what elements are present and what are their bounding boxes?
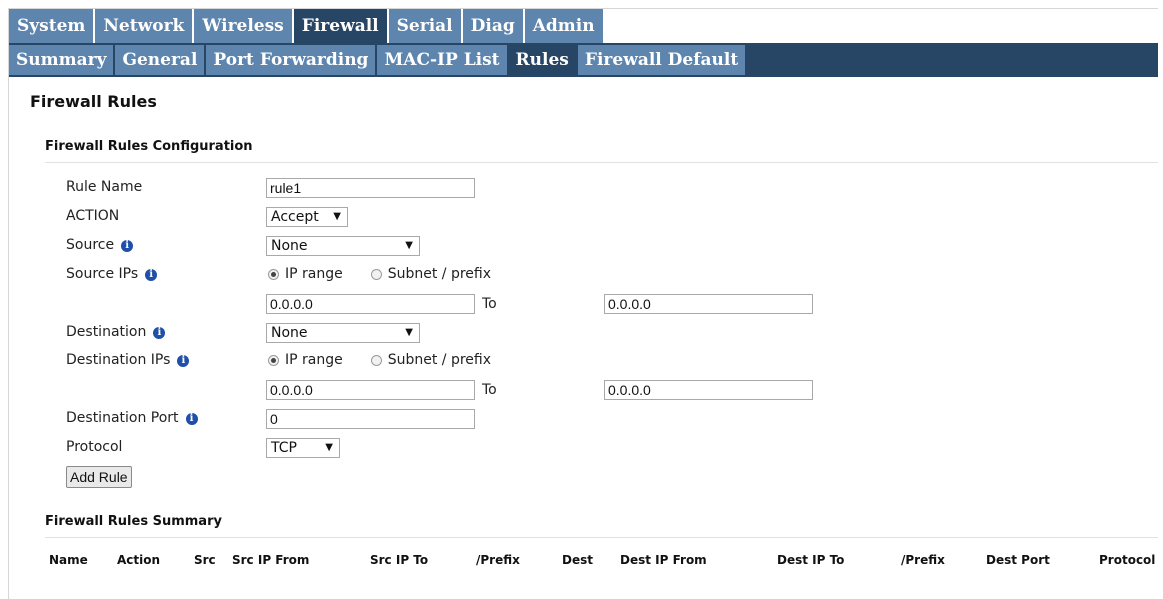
info-icon[interactable]: i <box>177 355 190 367</box>
source-select[interactable]: None ▼ <box>266 236 420 256</box>
col-dest-prefix: /Prefix <box>901 553 945 567</box>
source-ip-from-input[interactable] <box>266 294 475 314</box>
dest-port-label: Destination Port <box>66 410 179 426</box>
nav-system[interactable]: System <box>9 9 94 43</box>
subnav-mac-ip-list[interactable]: MAC-IP List <box>377 45 507 75</box>
col-dest-port: Dest Port <box>986 553 1050 567</box>
config-divider <box>45 162 1158 163</box>
dest-ip-range-radio[interactable] <box>268 354 279 366</box>
subnav-general[interactable]: General <box>115 45 205 75</box>
subnav-summary[interactable]: Summary <box>9 45 114 75</box>
source-label: Source <box>66 237 115 253</box>
chevron-down-icon: ▼ <box>405 327 413 338</box>
config-section-title: Firewall Rules Configuration <box>45 139 253 154</box>
dest-port-label-row: Destination Port i <box>66 410 198 426</box>
secondary-nav: Summary General Port Forwarding MAC-IP L… <box>9 45 747 75</box>
source-ip-mode: IP range Subnet / prefix <box>268 266 491 282</box>
source-ip-to-input[interactable] <box>604 294 813 314</box>
source-ip-range-label: IP range <box>285 266 343 282</box>
destination-ip-mode: IP range Subnet / prefix <box>268 352 491 368</box>
source-ips-label-row: Source IPs i <box>66 266 158 282</box>
protocol-select[interactable]: TCP ▼ <box>266 438 340 458</box>
dest-subnet-label: Subnet / prefix <box>387 352 492 368</box>
dest-to-label: To <box>482 382 497 398</box>
protocol-select-value: TCP <box>271 440 297 456</box>
rule-name-label: Rule Name <box>66 179 143 195</box>
nav-firewall[interactable]: Firewall <box>293 9 387 43</box>
dest-port-input[interactable] <box>266 409 475 429</box>
info-icon[interactable]: i <box>153 327 166 339</box>
rule-name-input[interactable] <box>266 178 475 198</box>
summary-divider <box>45 537 1158 538</box>
page-frame <box>8 8 1158 599</box>
destination-select[interactable]: None ▼ <box>266 323 420 343</box>
col-dest: Dest <box>562 553 593 567</box>
nav-serial[interactable]: Serial <box>388 9 461 43</box>
action-select[interactable]: Accept ▼ <box>266 207 348 227</box>
col-dest-ip-from: Dest IP From <box>620 553 707 567</box>
nav-wireless[interactable]: Wireless <box>194 9 292 43</box>
dest-ip-range-label: IP range <box>285 352 343 368</box>
nav-diag[interactable]: Diag <box>462 9 523 43</box>
col-src: Src <box>194 553 216 567</box>
destination-label-row: Destination i <box>66 324 166 340</box>
dest-ip-to-input[interactable] <box>604 380 813 400</box>
add-rule-button[interactable]: Add Rule <box>66 466 132 488</box>
destination-ips-label: Destination IPs <box>66 352 171 368</box>
chevron-down-icon: ▼ <box>405 240 413 251</box>
summary-section-title: Firewall Rules Summary <box>45 514 222 529</box>
subnav-port-forwarding[interactable]: Port Forwarding <box>206 45 376 75</box>
info-icon[interactable]: i <box>121 240 134 252</box>
page-title: Firewall Rules <box>30 92 157 111</box>
col-protocol: Protocol <box>1099 553 1156 567</box>
nav-admin[interactable]: Admin <box>524 9 603 43</box>
action-select-value: Accept <box>271 209 319 225</box>
col-name: Name <box>49 553 88 567</box>
source-subnet-label: Subnet / prefix <box>387 266 492 282</box>
action-label: ACTION <box>66 208 120 224</box>
destination-select-value: None <box>271 325 308 341</box>
chevron-down-icon: ▼ <box>325 442 333 453</box>
source-subnet-radio[interactable] <box>370 268 382 280</box>
source-select-value: None <box>271 238 308 254</box>
dest-ip-from-input[interactable] <box>266 380 475 400</box>
col-src-ip-to: Src IP To <box>370 553 429 567</box>
col-src-ip-from: Src IP From <box>232 553 310 567</box>
source-ip-range-radio[interactable] <box>268 268 279 280</box>
col-dest-ip-to: Dest IP To <box>777 553 845 567</box>
primary-nav: System Network Wireless Firewall Serial … <box>9 9 605 43</box>
source-label-row: Source i <box>66 237 134 253</box>
chevron-down-icon: ▼ <box>333 211 341 222</box>
info-icon[interactable]: i <box>185 413 198 425</box>
protocol-label: Protocol <box>66 439 123 455</box>
col-action: Action <box>117 553 161 567</box>
dest-subnet-radio[interactable] <box>370 354 382 366</box>
info-icon[interactable]: i <box>145 269 158 281</box>
source-to-label: To <box>482 296 497 312</box>
destination-label: Destination <box>66 324 147 340</box>
source-ips-label: Source IPs <box>66 266 139 282</box>
col-src-prefix: /Prefix <box>476 553 520 567</box>
subnav-rules[interactable]: Rules <box>508 45 576 75</box>
destination-ips-label-row: Destination IPs i <box>66 352 190 368</box>
nav-network[interactable]: Network <box>95 9 193 43</box>
subnav-firewall-default[interactable]: Firewall Default <box>577 45 746 75</box>
